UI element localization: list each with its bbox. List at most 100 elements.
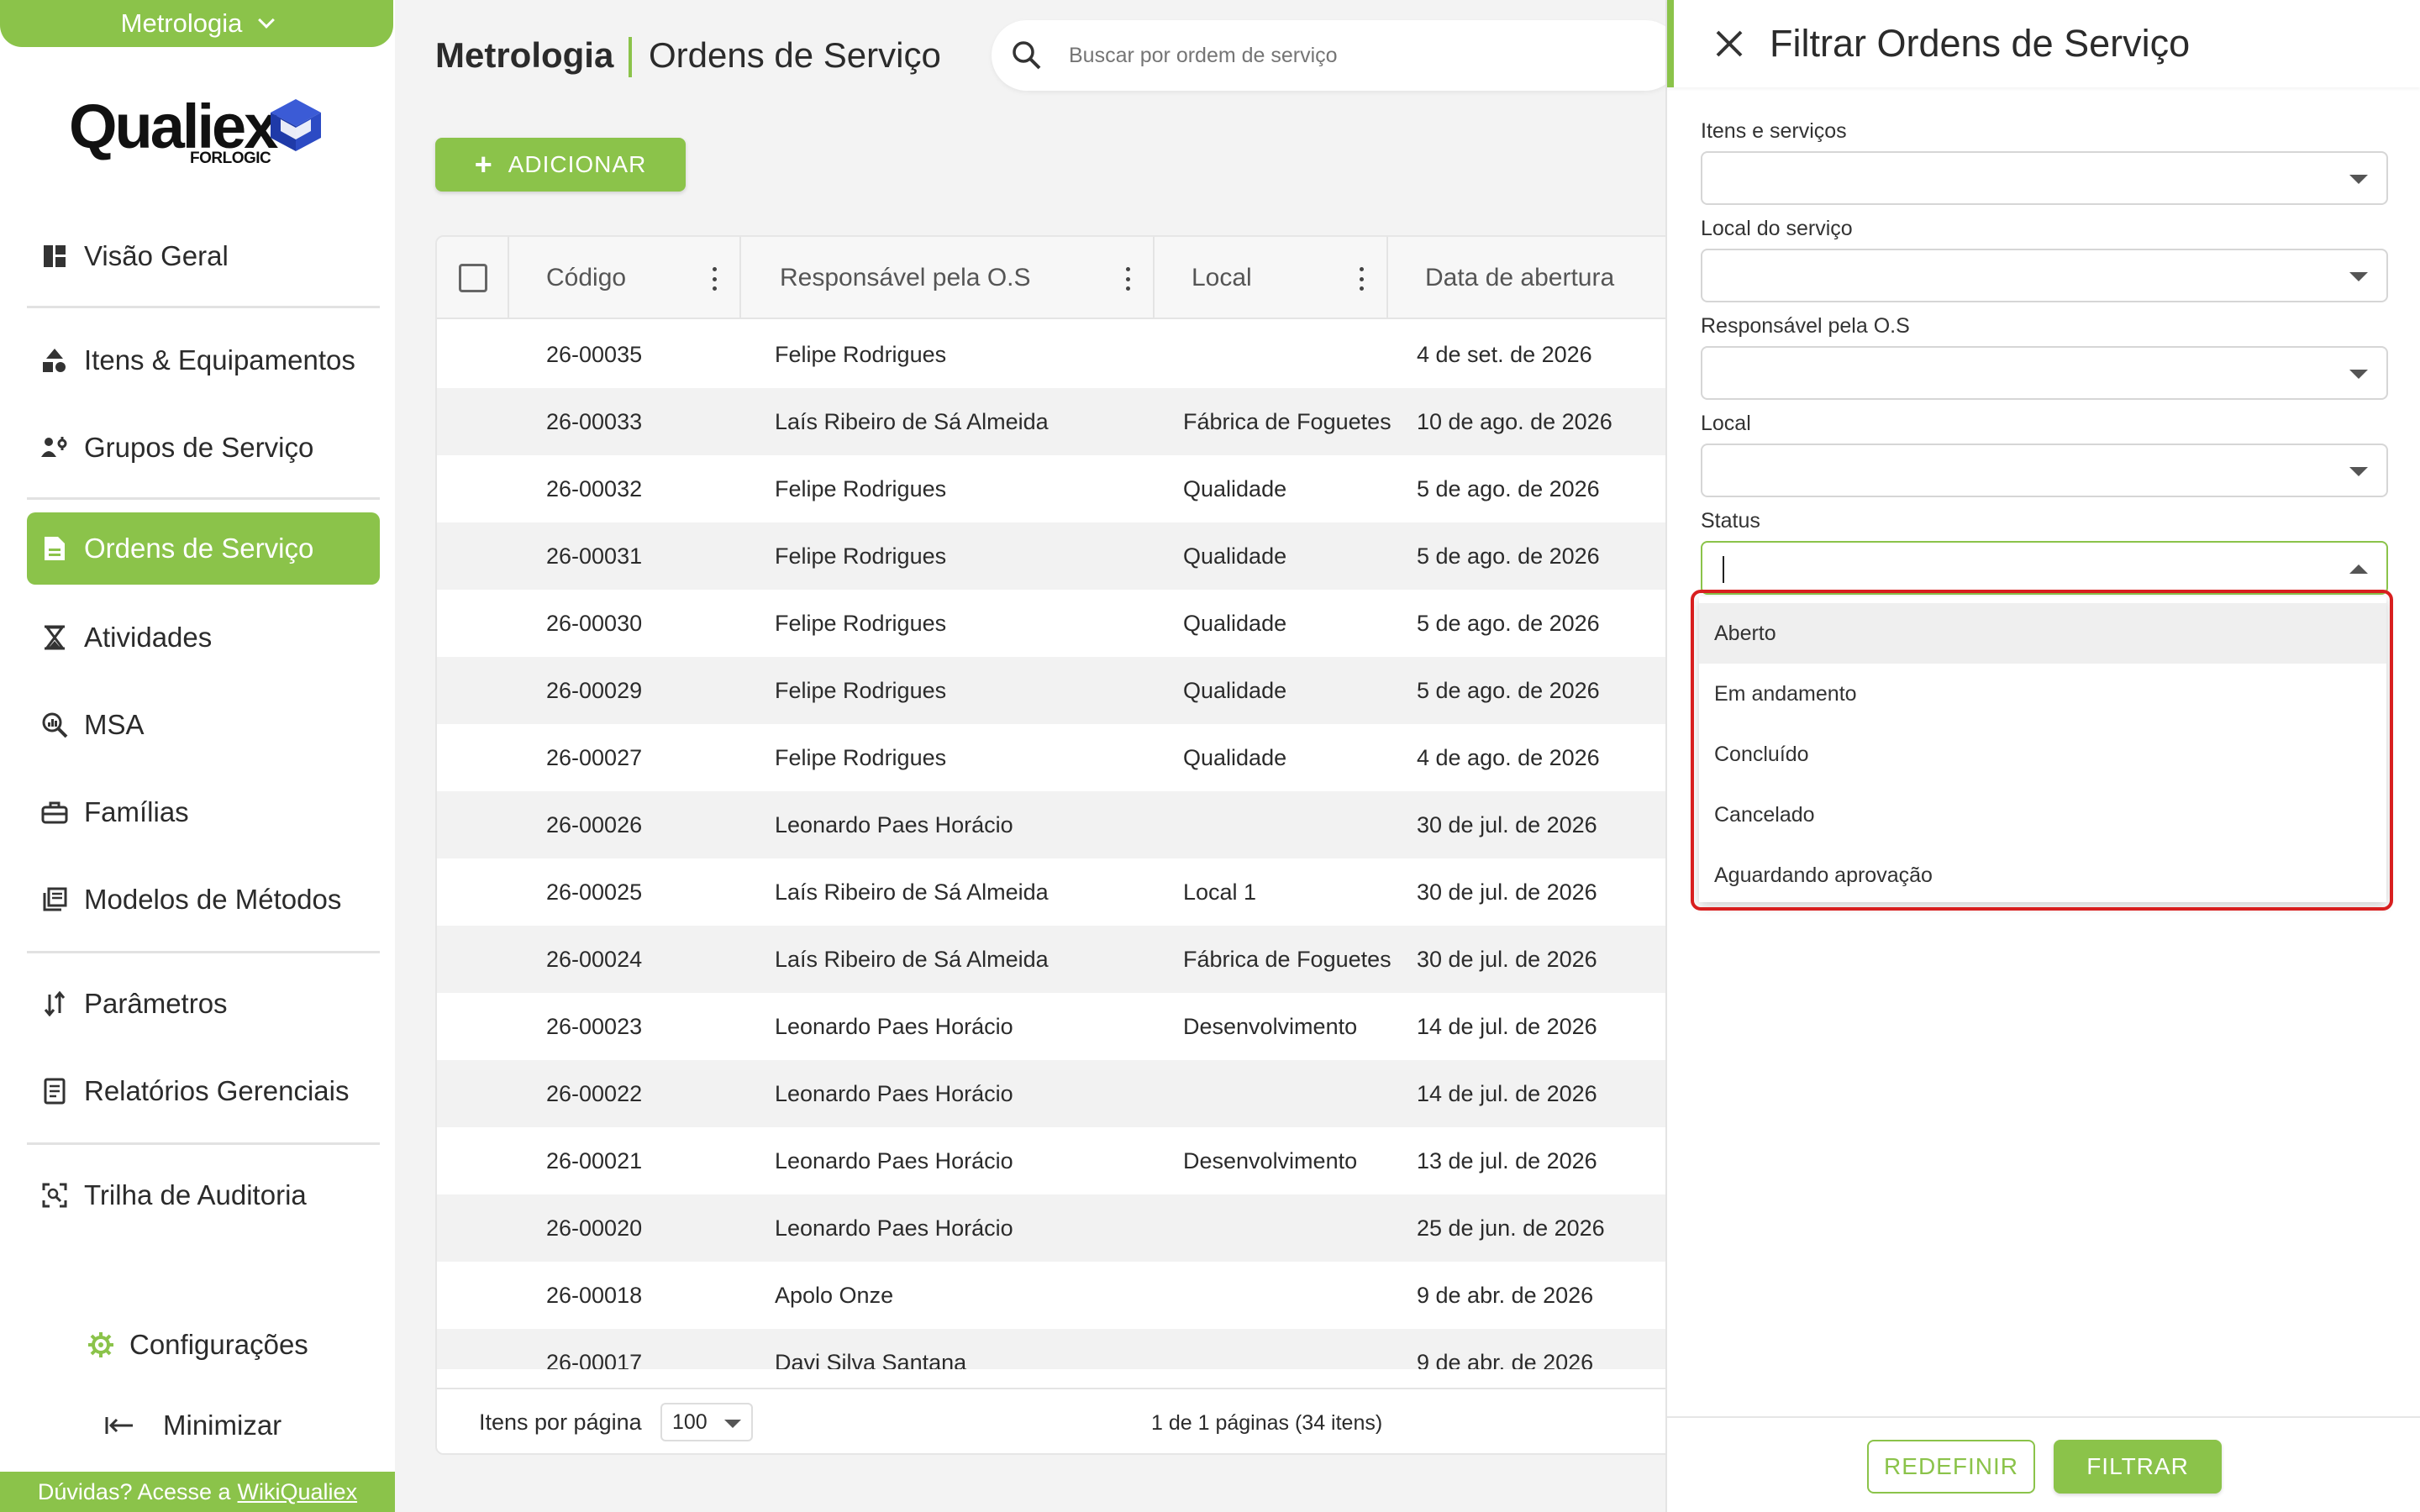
items-services-select[interactable] xyxy=(1701,151,2388,205)
table-row[interactable]: 26-00017 Davi Silva Santana 9 de abr. de 2… xyxy=(437,1329,1694,1369)
cell-responsible: Leonardo Paes Horácio xyxy=(775,1080,1013,1106)
table-row[interactable]: 26-00035 Felipe Rodrigues 4 de set. de 202… xyxy=(437,321,1694,388)
text-cursor xyxy=(1723,556,1724,583)
cell-open-date: 9 de abr. de 2026 xyxy=(1417,1349,1594,1370)
cell-local xyxy=(1183,321,1410,388)
settings-button[interactable]: Configurações xyxy=(87,1329,308,1361)
cell-open-date: 9 de abr. de 2026 xyxy=(1417,1282,1594,1308)
filter-button[interactable]: FILTRAR xyxy=(2054,1440,2222,1494)
cell-code: 26-00030 xyxy=(546,610,643,636)
column-menu-icon[interactable] xyxy=(1358,262,1365,296)
table-body: 26-00035 Felipe Rodrigues 4 de set. de 202… xyxy=(437,321,1694,1369)
column-divider xyxy=(508,237,509,319)
table-row[interactable]: 26-00032 Felipe Rodrigues Qualidade 5 de ag… xyxy=(437,455,1694,522)
cell-local xyxy=(1183,1194,1410,1262)
table-row[interactable]: 26-00030 Felipe Rodrigues Qualidade 5 de ag… xyxy=(437,590,1694,657)
search-input[interactable] xyxy=(1069,39,1657,72)
cell-code: 26-00032 xyxy=(546,475,643,501)
table-row[interactable]: 26-00018 Apolo Onze 9 de abr. de 2026 xyxy=(437,1262,1694,1329)
table-row[interactable]: 26-00026 Leonardo Paes Horácio 30 de jul. … xyxy=(437,791,1694,858)
report-icon xyxy=(40,1077,69,1105)
items-per-page-select[interactable]: 100 xyxy=(660,1403,753,1441)
items-services-label: Itens e serviços xyxy=(1701,119,1847,143)
items-per-page-value: 100 xyxy=(672,1410,708,1434)
dropdown-arrow-icon xyxy=(2349,467,2368,476)
column-header-open-date[interactable]: Data de abertura xyxy=(1425,237,1614,319)
reset-button[interactable]: REDEFINIR xyxy=(1867,1440,2035,1494)
sidebar-item[interactable]: Trilha de Auditoria xyxy=(27,1159,380,1231)
column-divider xyxy=(1386,237,1388,319)
sidebar-item-label: Grupos de Serviço xyxy=(84,432,314,463)
table-row[interactable]: 26-00029 Felipe Rodrigues Qualidade 5 de ag… xyxy=(437,657,1694,724)
cell-responsible: Leonardo Paes Horácio xyxy=(775,811,1013,837)
dropdown-arrow-icon xyxy=(2349,175,2368,184)
table-row[interactable]: 26-00022 Leonardo Paes Horácio 14 de jul. … xyxy=(437,1060,1694,1127)
column-header-local[interactable]: Local xyxy=(1192,237,1252,319)
filter-panel-footer: REDEFINIR FILTRAR xyxy=(1667,1416,2420,1512)
sidebar-item[interactable]: Visão Geral xyxy=(27,220,380,292)
sidebar-item-label: Relatórios Gerenciais xyxy=(84,1075,350,1106)
minimize-button[interactable]: Minimizar xyxy=(104,1410,281,1441)
cell-open-date: 13 de jul. de 2026 xyxy=(1417,1147,1597,1173)
table-row[interactable]: 26-00033 Laís Ribeiro de Sá Almeida Fábric… xyxy=(437,388,1694,455)
sidebar-item-label: Atividades xyxy=(84,622,213,653)
cell-local xyxy=(1183,1262,1410,1329)
cell-local: Desenvolvimento xyxy=(1183,1014,1358,1039)
cell-code: 26-00025 xyxy=(546,879,643,905)
wiki-link[interactable]: WikiQualiex xyxy=(238,1479,358,1505)
add-button[interactable]: + ADICIONAR xyxy=(435,138,686,192)
table-row[interactable]: 26-00031 Felipe Rodrigues Qualidade 5 de ag… xyxy=(437,522,1694,590)
close-icon[interactable] xyxy=(1712,27,1746,60)
column-menu-icon[interactable] xyxy=(711,262,718,296)
sidebar-item-label: Itens & Equipamentos xyxy=(84,344,355,375)
sidebar-item[interactable]: Famílias xyxy=(27,776,380,848)
table-row[interactable]: 26-00023 Leonardo Paes Horácio Desenvolvim… xyxy=(437,993,1694,1060)
cell-open-date: 5 de ago. de 2026 xyxy=(1417,610,1600,636)
table-row[interactable]: 26-00020 Leonardo Paes Horácio 25 de jun. … xyxy=(437,1194,1694,1262)
cell-local: Fábrica de Foguetes xyxy=(1183,947,1392,972)
table-row[interactable]: 26-00025 Laís Ribeiro de Sá Almeida Local … xyxy=(437,858,1694,926)
cell-code: 26-00018 xyxy=(546,1282,643,1308)
status-label: Status xyxy=(1701,509,1760,533)
cell-code: 26-00027 xyxy=(546,744,643,770)
sidebar-item[interactable]: Itens & Equipamentos xyxy=(27,324,380,396)
cell-code: 26-00017 xyxy=(546,1349,643,1370)
cell-open-date: 5 de ago. de 2026 xyxy=(1417,475,1600,501)
sidebar-item[interactable]: MSA xyxy=(27,689,380,761)
document-icon xyxy=(40,534,69,563)
dropdown-arrow-icon xyxy=(724,1420,741,1428)
nav-divider xyxy=(27,306,380,308)
sidebar-item[interactable]: Modelos de Métodos xyxy=(27,864,380,936)
status-select[interactable] xyxy=(1701,541,2388,595)
column-header-responsible[interactable]: Responsável pela O.S xyxy=(780,237,1031,319)
service-location-select[interactable] xyxy=(1701,249,2388,302)
column-divider xyxy=(1153,237,1155,319)
cell-local: Local 1 xyxy=(1183,879,1257,905)
sidebar-item[interactable]: Parâmetros xyxy=(27,968,380,1040)
sidebar-item[interactable]: Atividades xyxy=(27,601,380,674)
table-row[interactable]: 26-00027 Felipe Rodrigues Qualidade 4 de ag… xyxy=(437,724,1694,791)
filter-panel-title: Filtrar Ordens de Serviço xyxy=(1770,22,2191,65)
table-row[interactable]: 26-00021 Leonardo Paes Horácio Desenvolvim… xyxy=(437,1127,1694,1194)
sidebar-item[interactable]: Grupos de Serviço xyxy=(27,412,380,484)
responsible-select[interactable] xyxy=(1701,346,2388,400)
cell-open-date: 4 de set. de 2026 xyxy=(1417,341,1592,367)
column-menu-icon[interactable] xyxy=(1124,262,1131,296)
cell-open-date: 14 de jul. de 2026 xyxy=(1417,1013,1597,1039)
sidebar-item[interactable]: Relatórios Gerenciais xyxy=(27,1055,380,1127)
nav-divider xyxy=(27,497,380,500)
select-all-checkbox[interactable] xyxy=(459,264,487,292)
cell-code: 26-00021 xyxy=(546,1147,643,1173)
sidebar-item[interactable]: Ordens de Serviço xyxy=(27,512,380,585)
dashboard-icon xyxy=(40,242,69,270)
dropdown-arrow-icon xyxy=(2349,370,2368,379)
toolbox-icon xyxy=(40,798,69,827)
module-selector[interactable]: Metrologia xyxy=(0,0,393,47)
column-header-code[interactable]: Código xyxy=(546,237,626,319)
table-row[interactable]: 26-00024 Laís Ribeiro de Sá Almeida Fábric… xyxy=(437,926,1694,993)
local-select[interactable] xyxy=(1701,444,2388,497)
cell-code: 26-00029 xyxy=(546,677,643,703)
cell-local xyxy=(1183,791,1410,858)
table-footer: Itens por página 100 1 de 1 páginas (34 … xyxy=(437,1388,1694,1453)
cell-open-date: 10 de ago. de 2026 xyxy=(1417,408,1612,434)
